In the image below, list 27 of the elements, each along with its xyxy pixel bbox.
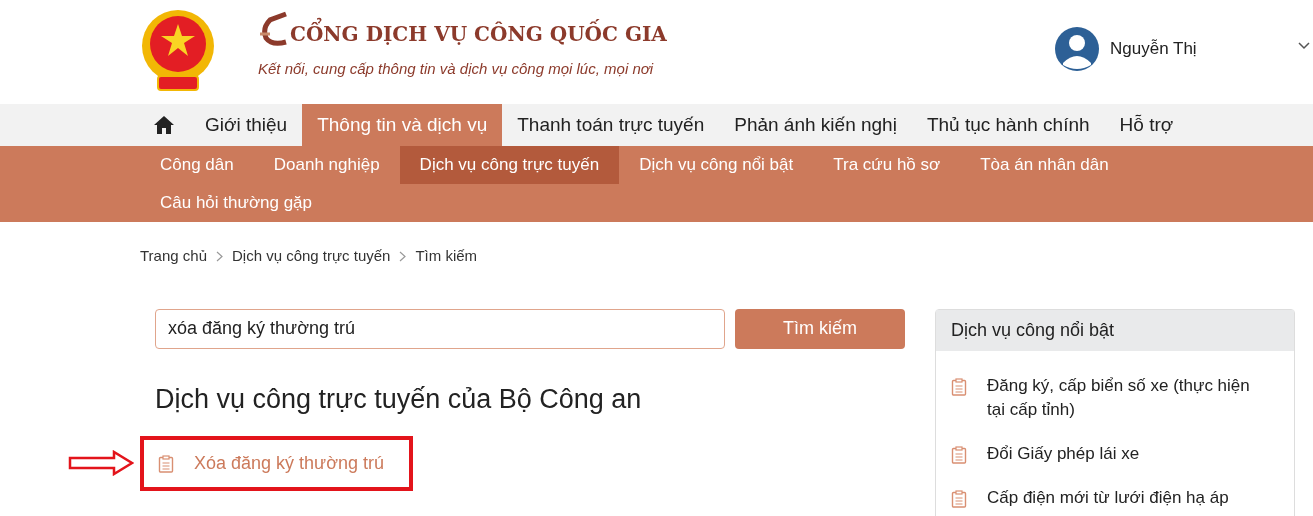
search-field[interactable]: xóa đăng ký thường trú bbox=[155, 308, 725, 349]
breadcrumb-link[interactable]: Dịch vụ công trực tuyến bbox=[232, 245, 391, 268]
breadcrumb-link[interactable]: Trang chủ bbox=[140, 245, 207, 268]
main-nav-tab[interactable]: Thanh toán trực tuyến bbox=[502, 104, 720, 146]
document-icon bbox=[951, 489, 967, 508]
arrow-icon bbox=[68, 450, 134, 476]
results-heading: Dịch vụ công trực tuyến của Bộ Công an bbox=[155, 382, 643, 416]
main-nav-tab[interactable]: Thủ tục hành chính bbox=[911, 104, 1105, 146]
sub-nav-tab[interactable]: Dịch vụ công trực tuyến bbox=[399, 146, 620, 184]
site-tagline: Kết nối, cung cấp thông tin và dịch vụ công mọi lúc, mọi nơi bbox=[258, 59, 655, 79]
featured-link[interactable]: Đổi Giấy phép lái xe bbox=[987, 441, 1140, 466]
main-nav-tab[interactable]: Giới thiệu bbox=[190, 104, 303, 146]
home-icon[interactable] bbox=[153, 115, 175, 135]
featured-link[interactable]: Cấp điện mới từ lưới điện hạ áp bbox=[987, 485, 1229, 510]
breadcrumb-link[interactable]: Tìm kiếm bbox=[415, 245, 478, 268]
chevron-right-icon bbox=[216, 250, 223, 262]
document-icon bbox=[951, 377, 967, 396]
chevron-right-icon bbox=[399, 250, 407, 262]
chevron-down-icon[interactable] bbox=[1298, 42, 1310, 50]
user-avatar-icon bbox=[1055, 27, 1099, 71]
user-name[interactable]: Nguyễn Thị bbox=[1110, 36, 1197, 62]
featured-link[interactable]: Đăng ký, cấp biển số xe (thực hiện tại cấp tỉnh) bbox=[987, 373, 1270, 422]
document-icon bbox=[158, 454, 174, 473]
main-nav-tab[interactable]: Phản ánh kiến nghị bbox=[719, 104, 912, 146]
main-nav-tab[interactable]: Hỗ trợ bbox=[1104, 104, 1189, 146]
document-icon bbox=[951, 445, 967, 464]
featured-panel-title: Dịch vụ công nổi bật bbox=[951, 318, 1115, 342]
